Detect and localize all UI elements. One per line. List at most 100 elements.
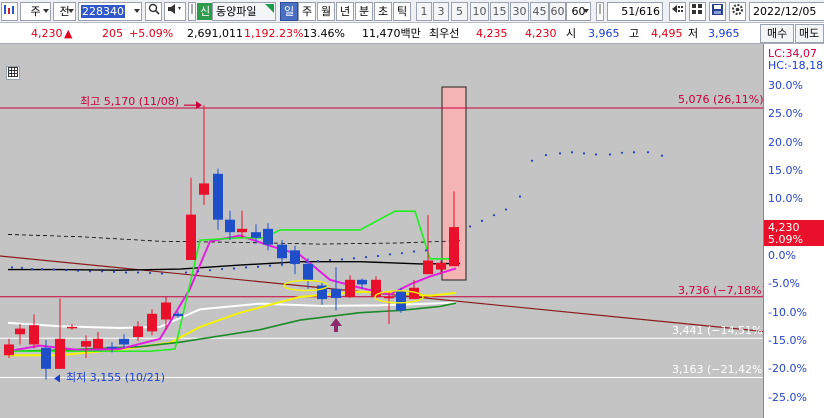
interval-tab-5[interactable]: 5	[451, 2, 468, 21]
speaker-icon[interactable]	[164, 2, 186, 21]
interval-tab-30[interactable]: 30	[510, 2, 529, 21]
high-label: 고	[629, 27, 640, 40]
candle-body	[147, 313, 157, 332]
price-chart[interactable]: 최고 5,170 (11/08) 최저 3,155 (10/21) 5,076 …	[0, 44, 824, 418]
grid-icon[interactable]	[689, 2, 706, 21]
level-label-2: 3,736 (−7,18%)	[678, 284, 766, 297]
interval-tab-10[interactable]: 10	[470, 2, 489, 21]
scroll-left-icon[interactable]	[669, 2, 686, 21]
candle-body	[303, 263, 313, 280]
gear-icon[interactable]	[729, 2, 746, 21]
sar-dot	[412, 250, 416, 253]
level-label-1: 5,076 (26,11%)	[678, 93, 764, 106]
stock-code-input[interactable]: 228340	[78, 2, 142, 21]
sar-dot	[518, 195, 522, 198]
best-bid: 4,230	[525, 27, 557, 40]
sar-dot	[530, 159, 534, 162]
axis-tick: 20.0%	[768, 135, 803, 149]
axis-current-rate: 5.09%	[768, 233, 803, 246]
divider-icon	[596, 2, 604, 21]
turnover-rate: 13.46%	[303, 27, 345, 40]
best-ask: 4,235	[476, 27, 508, 40]
lowest-price-note: 최저 3,155 (10/21)	[66, 371, 166, 384]
chart-grid-toggle-icon[interactable]	[6, 66, 20, 80]
candle-body	[277, 244, 287, 259]
candle-body	[41, 347, 51, 369]
interval-tab-60[interactable]: 60	[549, 2, 566, 21]
interval-tab-3[interactable]: 3	[433, 2, 449, 21]
interval-tab-15[interactable]: 15	[490, 2, 509, 21]
envelope-green-line	[8, 210, 456, 353]
sar-dot	[184, 271, 188, 274]
sar-dot	[40, 267, 44, 271]
save-icon[interactable]	[709, 2, 726, 21]
candle-body	[15, 328, 25, 335]
sar-dot	[124, 271, 128, 274]
sar-dot	[594, 153, 598, 156]
period-tab-1[interactable]: 주	[298, 2, 316, 21]
sar-dot	[424, 249, 428, 252]
candle-body	[81, 341, 91, 347]
sar-dot	[328, 258, 332, 262]
candle-body	[199, 183, 209, 195]
best-quote-label: 최우선	[429, 27, 460, 40]
candle-body	[449, 227, 459, 267]
chart-settings-icon[interactable]	[1, 2, 18, 21]
axis-tick: 10.0%	[768, 192, 803, 206]
search-icon[interactable]	[145, 2, 162, 21]
axis-tick: 30.0%	[768, 78, 803, 92]
interval-select[interactable]: 60	[566, 2, 591, 21]
sar-dot	[136, 271, 140, 274]
sar-dot	[504, 208, 508, 211]
period-tab-0[interactable]: 일	[280, 2, 298, 21]
sar-dot	[544, 153, 548, 157]
period-tab-6[interactable]: 틱	[393, 2, 411, 21]
candle-body	[237, 228, 247, 233]
pin-icon[interactable]	[188, 2, 196, 21]
period-tab-4[interactable]: 분	[355, 2, 373, 21]
open-label: 시	[566, 27, 577, 40]
interval-tab-1[interactable]: 1	[416, 2, 432, 21]
sar-dot	[570, 151, 574, 154]
candle-body	[55, 338, 65, 369]
page-counter-field[interactable]: 51/616	[607, 2, 663, 21]
sar-dot	[492, 214, 496, 217]
sar-dot	[220, 267, 224, 271]
sar-dot	[632, 151, 636, 154]
low-pointer-arrow	[54, 374, 60, 383]
sar-dot	[340, 258, 344, 261]
interval-tab-45[interactable]: 45	[530, 2, 549, 21]
sar-dot	[468, 225, 472, 228]
candle-body	[436, 262, 446, 270]
change-amount: 205	[102, 27, 123, 40]
axis-tick: -25.0%	[768, 390, 807, 404]
candle-body	[331, 288, 341, 298]
sar-dot	[10, 266, 14, 269]
page-counter: 51	[621, 5, 636, 18]
sar-dot	[480, 219, 484, 222]
sar-dot	[30, 267, 34, 271]
market-select[interactable]: 주	[20, 2, 51, 21]
axis-tick: 0.0%	[768, 249, 796, 262]
candle-body	[225, 219, 235, 233]
sar-dot	[20, 266, 24, 270]
axis-tick: -15.0%	[768, 334, 807, 348]
sar-dot	[608, 153, 612, 156]
candle-body	[345, 279, 355, 297]
period-tab-3[interactable]: 년	[336, 2, 354, 21]
stock-name: 동양파일	[216, 5, 257, 18]
toolbar: 주 전 228340 신 동양파일 60 51/616 2022/12/05 일…	[0, 0, 824, 23]
type-select[interactable]: 전	[53, 2, 76, 21]
candle-body	[186, 214, 196, 260]
market-select-label: 주	[30, 5, 41, 18]
period-tab-5[interactable]: 초	[374, 2, 392, 21]
current-price: 4,230	[31, 27, 63, 40]
period-tab-2[interactable]: 월	[317, 2, 335, 21]
date-field[interactable]: 2022/12/05	[749, 2, 824, 21]
hc-label: HC:-18,18	[768, 59, 824, 72]
chart-plot-area[interactable]: 최고 5,170 (11/08) 최저 3,155 (10/21) 5,076 …	[0, 44, 767, 418]
sell-button[interactable]: 매도	[795, 24, 824, 43]
buy-button[interactable]: 매수	[760, 24, 795, 43]
candle-body	[107, 346, 117, 349]
credit-tag: 신	[197, 3, 214, 20]
